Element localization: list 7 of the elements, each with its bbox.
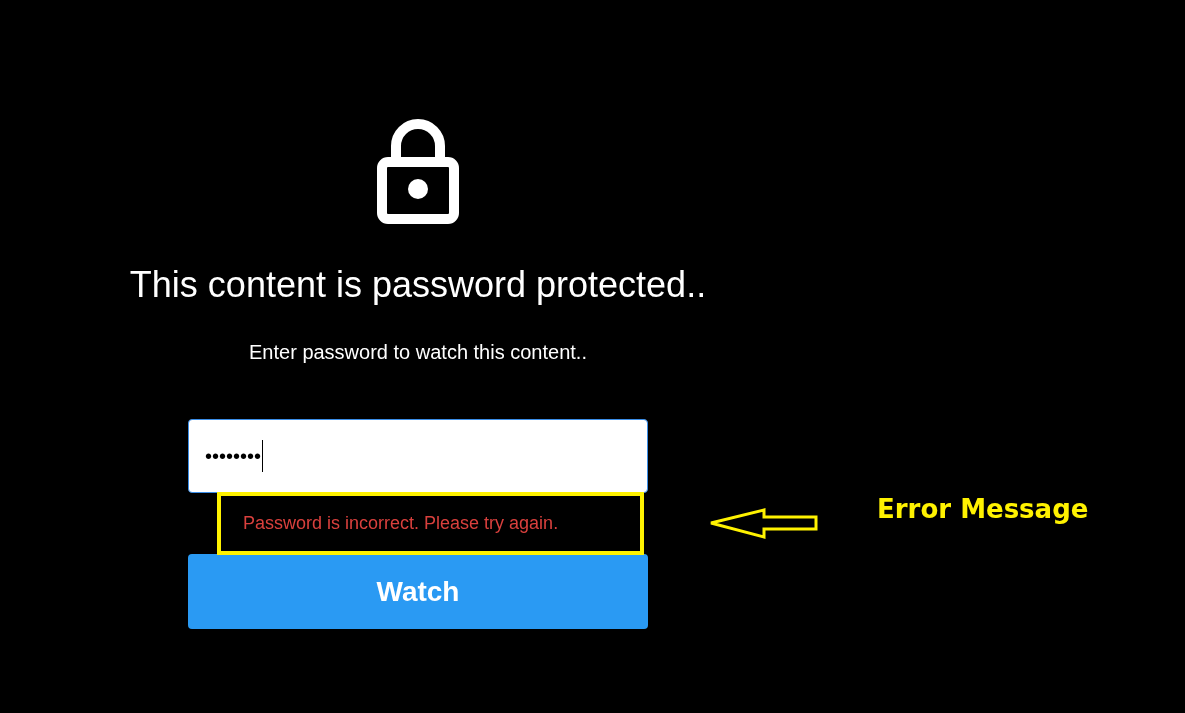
arrow-icon	[709, 507, 819, 540]
annotation-label: Error Message	[877, 494, 1089, 524]
lock-icon	[377, 118, 459, 224]
page-title: This content is password protected..	[129, 264, 707, 306]
subtitle: Enter password to watch this content..	[249, 340, 587, 364]
password-field[interactable]: ••••••••	[188, 419, 648, 493]
error-message: Password is incorrect. Please try again.	[217, 492, 644, 555]
